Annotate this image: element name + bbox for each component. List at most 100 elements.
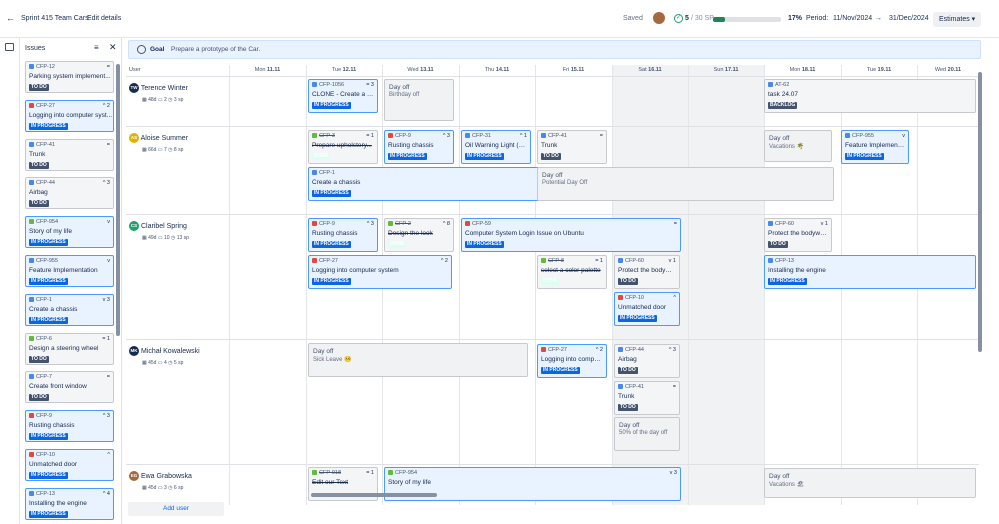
issue-card[interactable]: CFP-13 ^ 4 Installing the engine IN PROGRES… [25, 487, 114, 520]
issue-card[interactable]: CFP-10 ^ Unmatched door IN PROGRESS [614, 292, 680, 326]
issue-card[interactable]: CFP-9 ^ 3 Rusting chassis IN PROGRESS [25, 410, 114, 443]
issue-card[interactable]: CFP-6 = 1 Design a steering wheel TO DO [25, 332, 114, 365]
priority-icon: ^ 3 [442, 133, 450, 139]
issue-key: CFP-7 [36, 374, 52, 381]
issue-key: CFP-1 [36, 296, 52, 303]
day-name: Wed [934, 67, 947, 73]
day-name: Sun [713, 67, 724, 73]
issue-card[interactable]: CFP-41 = Trunk TO DO [537, 130, 607, 164]
issue-card[interactable]: CFP-1 v 3 Create a chassis IN PROGRESS [25, 293, 114, 326]
issue-card[interactable]: CFP-955 v Feature Implemento... IN PROGRESS [841, 130, 909, 164]
issue-card[interactable]: CFP-7 = Create front window TO DO [25, 371, 114, 404]
issue-card[interactable]: CFP-60 v 1 Protect the bodywor... TO DO [614, 255, 680, 289]
user-name-cell: CS Claribel Spring [129, 221, 187, 231]
add-user-button[interactable]: Add user [128, 502, 224, 516]
issue-card[interactable]: CFP-27 ^ 2 Logging into computer system IN … [308, 255, 452, 289]
period-end[interactable]: 31/Dec/2024 [889, 15, 929, 22]
status-badge: IN PROGRESS [29, 278, 68, 285]
avatar[interactable] [653, 12, 665, 24]
close-icon[interactable]: ✕ [109, 42, 117, 53]
status-badge: IN PROGRESS [465, 241, 504, 248]
task-icon [465, 133, 470, 138]
edit-details-link[interactable]: Edit details [87, 15, 121, 22]
issue-card[interactable]: CFP-955 v Feature Implementation IN PROGRES… [25, 255, 114, 287]
issue-title: Trunk [541, 142, 558, 149]
issue-card[interactable]: AT-62 task 24.07 BACKLOG [764, 79, 976, 113]
issue-card[interactable]: CFP-9 ^ 3 Rusting chassis IN PROGRESS [384, 130, 454, 164]
issue-key: CFP-13 [36, 490, 55, 497]
day-off-block[interactable]: Day off Sick Leave 🤒 [308, 343, 528, 377]
issue-card[interactable]: CFP-1056 = 3 CLONE - Create a c... IN PROGR… [308, 79, 378, 113]
horizontal-scrollbar[interactable] [311, 493, 437, 497]
issue-card[interactable]: CFP-13 Installing the engine IN PROGRESS [764, 255, 976, 289]
day-off-block[interactable]: Day off Potential Day Off [537, 167, 834, 201]
day-name: Wed [407, 67, 419, 73]
estimates-dropdown[interactable]: Estimates ▾ [933, 12, 982, 27]
goal-banner: Goal Prepare a prototype of the Car. [128, 40, 981, 59]
issue-key: CFP-27 [319, 258, 338, 264]
issue-card[interactable]: CFP-27 ^ 2 Logging into compu... IN PROGRES… [537, 344, 607, 378]
status-badge: IN PROGRESS [312, 278, 351, 285]
status-badge: DONE [312, 153, 331, 160]
status-badge: IN PROGRESS [465, 153, 504, 160]
issue-card[interactable]: CFP-59 = Computer System Login Issue on Ub… [461, 218, 681, 252]
vertical-scrollbar[interactable] [978, 72, 982, 352]
period-start[interactable]: 11/Nov/2024 [833, 15, 872, 22]
day-date: 16.11 [648, 67, 662, 73]
bug-icon [29, 413, 34, 419]
status-badge: TO DO [29, 355, 49, 363]
issue-card[interactable]: CFP-41 = Trunk TO DO [614, 381, 680, 415]
issue-card[interactable]: CFP-27 ^ 2 Logging into computer syst... IN… [25, 99, 114, 132]
day-name: Tue [331, 67, 342, 73]
board-icon[interactable] [5, 43, 14, 51]
status-badge: BACKLOG [768, 102, 798, 109]
row-separator [126, 214, 979, 215]
panel-scrollbar[interactable] [116, 64, 120, 336]
issue-card[interactable]: CFP-41 = Trunk TO DO [25, 138, 114, 171]
issue-card[interactable]: CFP-44 ^ 3 Airbag TO DO [614, 344, 680, 378]
bug-icon [29, 452, 34, 457]
user-days: 45d [148, 485, 157, 491]
status-badge: IN PROGRESS [312, 190, 351, 197]
issue-card[interactable]: CFP-60 v 1 Protect the bodywor... TO DO [764, 218, 832, 252]
story-icon [388, 221, 393, 226]
issue-key: AT-62 [775, 82, 790, 88]
issue-title: Parking system implement... [29, 73, 111, 80]
status-badge: IN PROGRESS [541, 367, 580, 374]
issue-card[interactable]: CFP-2 ^ 8 Design the look DONE [384, 218, 454, 252]
issue-card[interactable]: CFP-3 = 1 Prepare upholstery... DONE [308, 130, 378, 164]
status-badge: TO DO [29, 394, 49, 402]
status-badge: DONE [388, 241, 407, 248]
day-date: 13.11 [420, 67, 434, 73]
back-arrow-icon[interactable]: ← [6, 13, 15, 23]
day-off-block[interactable]: Day off Vacations 🏖 [764, 468, 976, 498]
day-off-block[interactable]: Day off Vacations 🌴 [764, 130, 832, 162]
issue-card[interactable]: CFP-31 ^ 1 Oil Warning Light (G... IN PROGR… [461, 130, 531, 164]
bug-icon [618, 295, 623, 300]
bug-icon [388, 133, 393, 138]
issue-card[interactable]: CFP-12 = Parking system implement... TO DO [25, 61, 114, 93]
issue-card[interactable]: CFP-10 ^ Unmatched door IN PROGRESS [25, 449, 114, 481]
user-name-cell: MK Michał Kowalewski [129, 346, 200, 356]
priority-icon: ^ 2 [595, 347, 603, 353]
issue-card[interactable]: CFP-44 ^ 3 Airbag TO DO [25, 177, 114, 210]
day-off-block[interactable]: Day off Birthday off [384, 79, 454, 121]
issue-title: task 24.07 [768, 91, 798, 98]
sp-done: 5 [685, 15, 689, 22]
issue-card[interactable]: CFP-954 v Story of my life IN PROGRESS [25, 216, 114, 249]
priority-icon: = 1 [366, 133, 374, 139]
bug-icon [29, 102, 34, 108]
issue-title: Unmatched door [618, 304, 667, 311]
issue-card[interactable]: CFP-9 ^ 3 Rusting chassis IN PROGRESS [308, 218, 378, 252]
filter-icon[interactable]: ≡ [94, 43, 99, 52]
day-off-reason: Birthday off [389, 92, 420, 98]
status-badge: IN PROGRESS [618, 315, 657, 322]
user-stats: ▦ 45d ▭ 4 ◷ 5 sp [142, 360, 184, 366]
issue-card[interactable]: CFP-8 = 1 select a color palette DONE [537, 255, 607, 289]
priority-icon: = 1 [366, 470, 374, 476]
story-icon [312, 133, 317, 138]
user-issues: 4 [163, 360, 167, 366]
day-off-block[interactable]: Day off 50% of the day off [614, 417, 680, 451]
task-icon [618, 258, 623, 263]
issue-key: CFP-2 [395, 221, 411, 227]
